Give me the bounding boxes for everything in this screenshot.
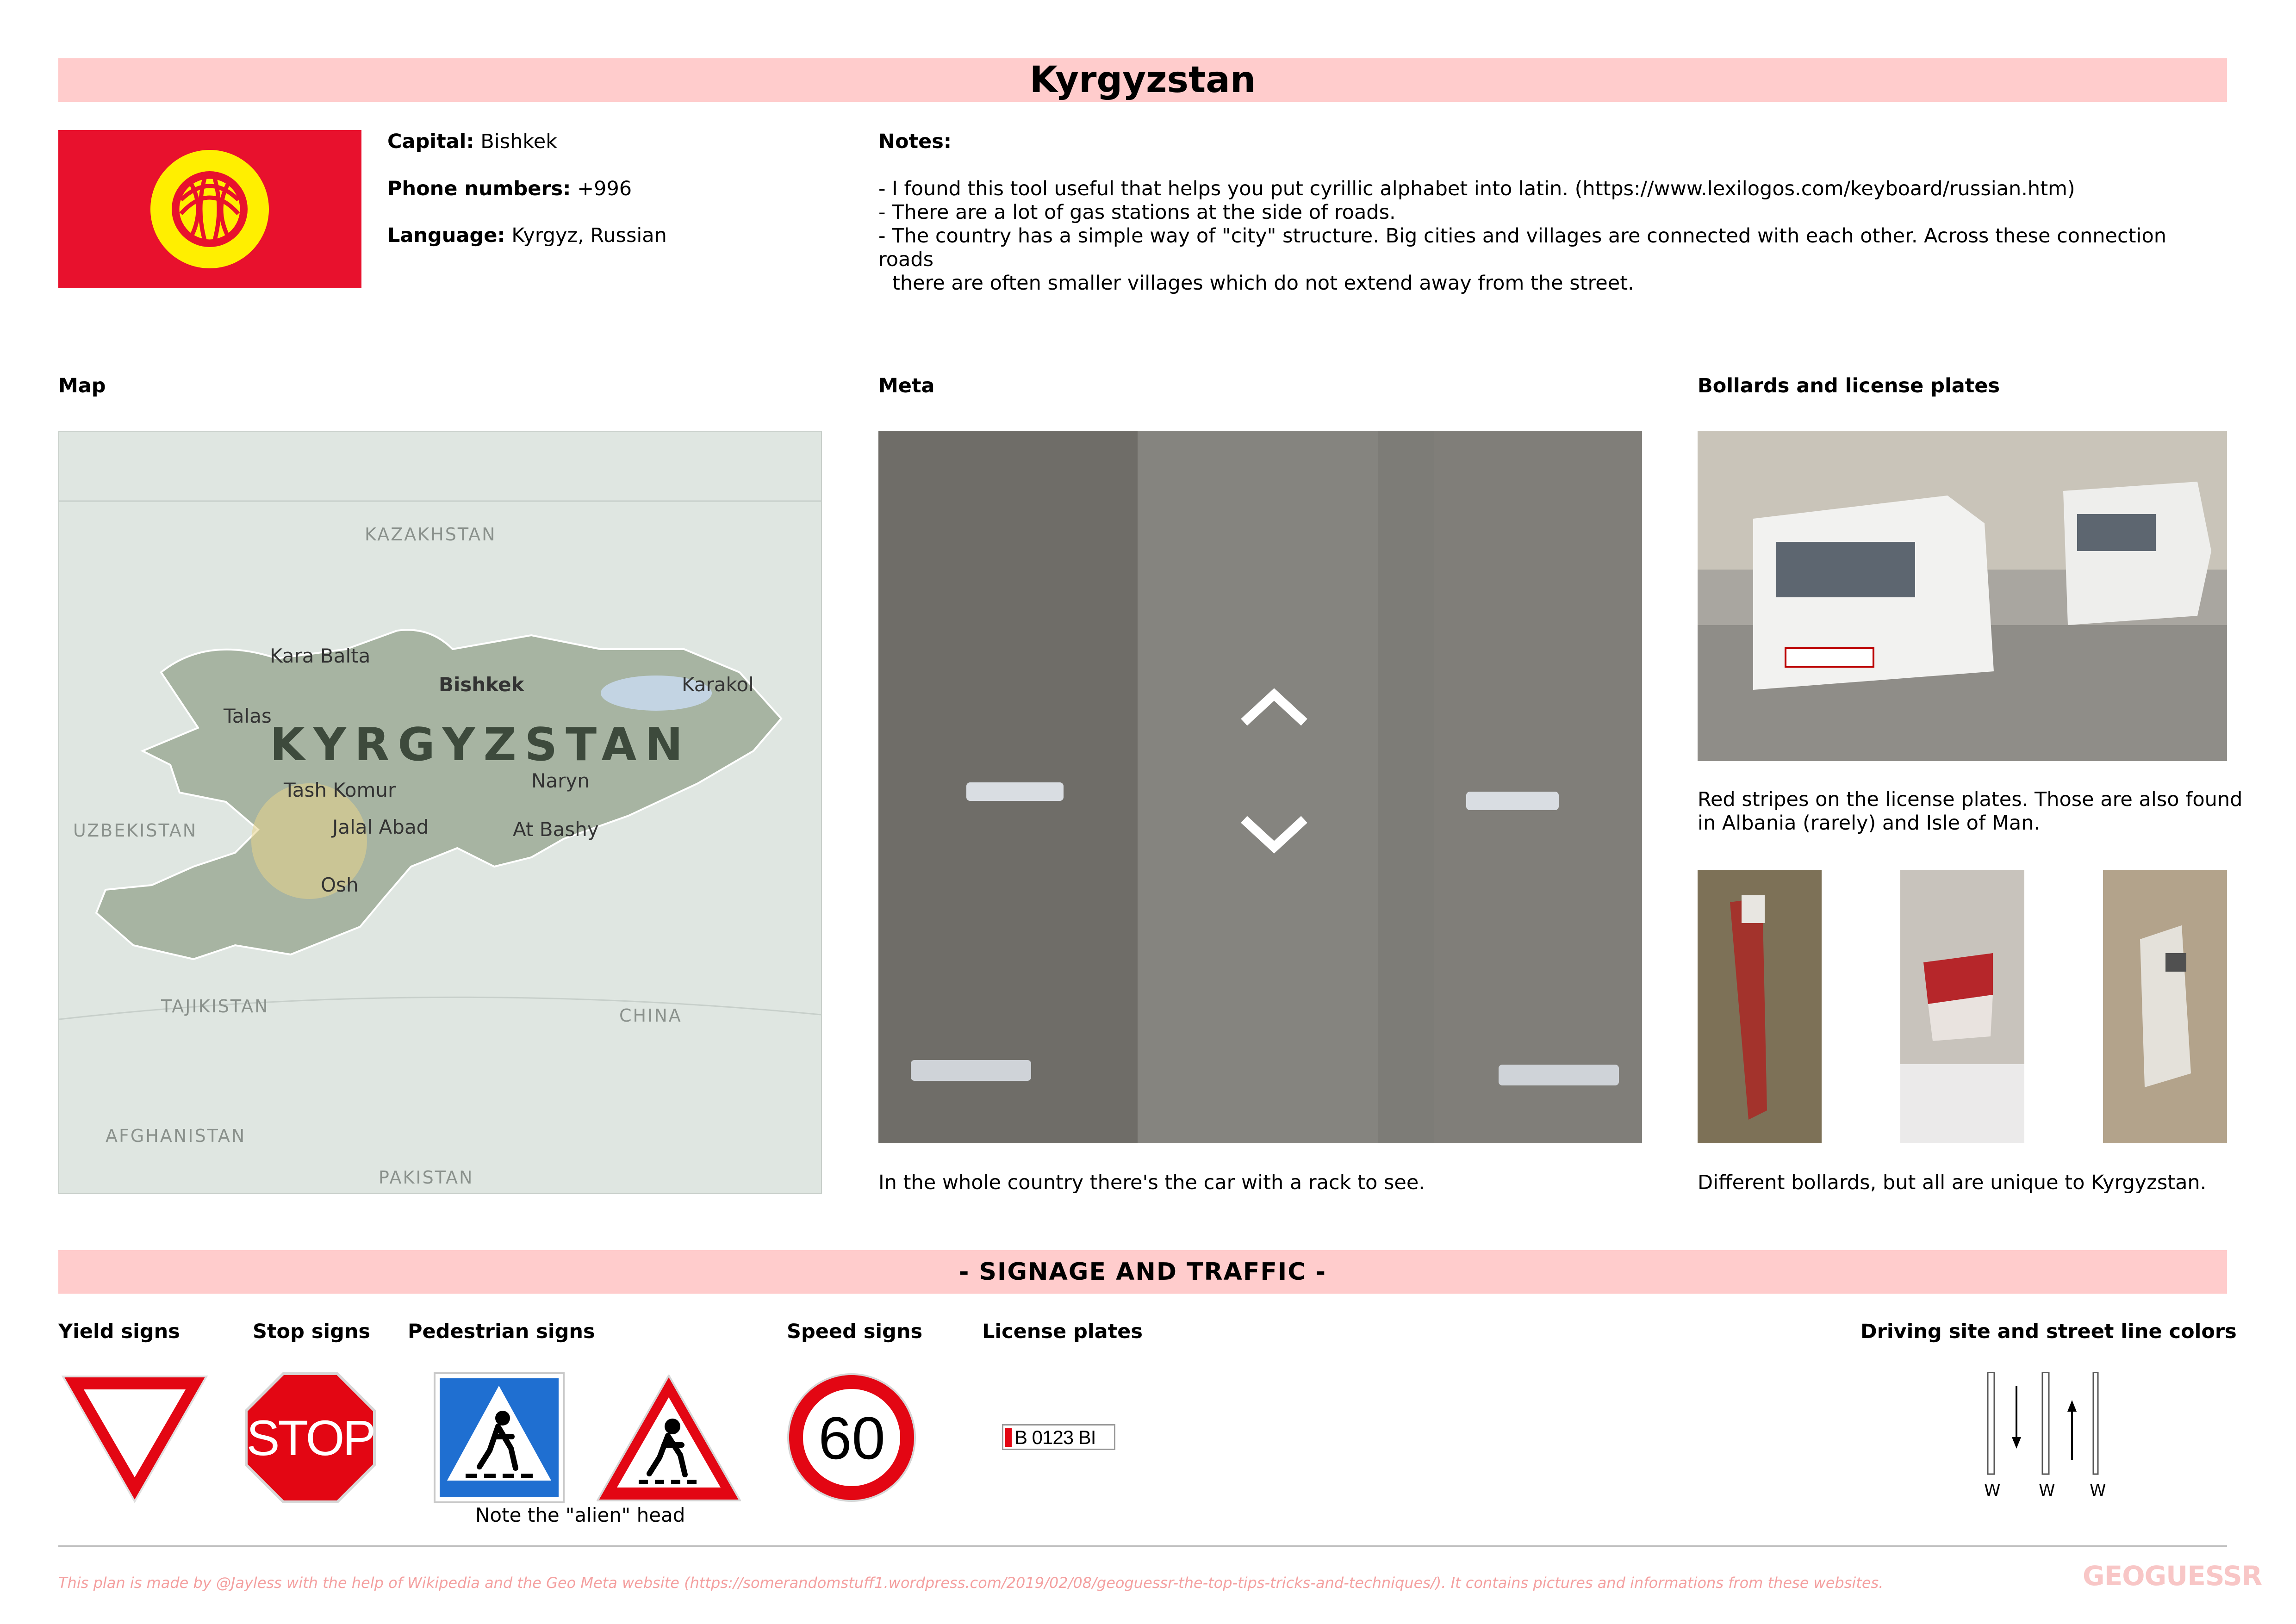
note-line: - The country has a simple way of "city"… xyxy=(878,224,2167,271)
map-city: Karakol xyxy=(682,673,754,696)
phone-value: +996 xyxy=(577,177,632,200)
map-city: Kara Balta xyxy=(270,645,371,667)
plates-caption-line: in Albania (rarely) and Isle of Man. xyxy=(1698,812,2041,835)
map-label: KAZAKHSTAN xyxy=(365,524,497,545)
phone-label: Phone numbers: xyxy=(387,177,571,200)
capital-label: Capital: xyxy=(387,130,474,153)
plate-text: B 0123 BI xyxy=(1014,1426,1096,1448)
plates-caption-line: Red stripes on the license plates. Those… xyxy=(1698,788,2243,811)
map-heading: Map xyxy=(58,374,106,397)
yield-sign-icon xyxy=(58,1372,211,1508)
meta-heading: Meta xyxy=(878,374,935,397)
notes-list: - I found this tool useful that helps yo… xyxy=(878,177,2221,295)
language-label: Language: xyxy=(387,224,505,247)
map-city: Bishkek xyxy=(439,673,524,696)
minibus-photo xyxy=(1698,431,2227,761)
bollard-photo xyxy=(2103,870,2227,1143)
speed-sign-icon: 60 xyxy=(786,1372,918,1506)
note-line: there are often smaller villages which d… xyxy=(892,272,1634,295)
plate-red-stripe xyxy=(1005,1428,1012,1447)
map-label: CHINA xyxy=(619,1005,682,1026)
map-city: Jalal Abad xyxy=(332,816,429,838)
notes-heading: Notes: xyxy=(878,130,952,153)
capital-row: Capital: Bishkek xyxy=(387,130,557,154)
bollards-caption: Different bollards, but all are unique t… xyxy=(1698,1171,2207,1194)
lane-color-label: W xyxy=(2090,1481,2106,1500)
map-city: Osh xyxy=(321,874,359,896)
map-city: Naryn xyxy=(531,769,590,792)
map-country-label: KYRGYZSTAN xyxy=(270,719,691,771)
yield-heading: Yield signs xyxy=(58,1320,180,1343)
note-line: - There are a lot of gas stations at the… xyxy=(878,201,1396,224)
bollard-photo xyxy=(1698,870,1822,1143)
pedestrian-note: Note the "alien" head xyxy=(475,1504,685,1526)
lane-color-label: W xyxy=(1984,1481,2001,1500)
page-title: Kyrgyzstan xyxy=(58,58,2227,102)
country-map: KAZAKHSTAN UZBEKISTAN TAJIKISTAN CHINA A… xyxy=(58,431,822,1194)
kyrgyzstan-flag xyxy=(58,130,361,288)
lane-diagram: W W W xyxy=(1983,1372,2106,1502)
driving-heading: Driving site and street line colors xyxy=(1860,1320,2237,1343)
map-label: UZBEKISTAN xyxy=(73,820,198,841)
footer-divider xyxy=(58,1545,2227,1547)
bollards-heading: Bollards and license plates xyxy=(1698,374,2000,397)
note-line: - I found this tool useful that helps yo… xyxy=(878,177,2075,200)
signage-banner: - SIGNAGE AND TRAFFIC - xyxy=(58,1250,2227,1294)
bollard-photo xyxy=(1900,870,2024,1143)
meta-car-image xyxy=(878,431,1642,1143)
stop-sign-text: STOP xyxy=(246,1410,376,1466)
language-row: Language: Kyrgyz, Russian xyxy=(387,224,667,248)
map-label: PAKISTAN xyxy=(379,1167,474,1188)
plates-heading: License plates xyxy=(982,1320,1143,1343)
pedestrian-heading: Pedestrian signs xyxy=(408,1320,595,1343)
lane-color-label: W xyxy=(2039,1481,2055,1500)
language-value: Kyrgyz, Russian xyxy=(511,224,667,247)
map-city: Tash Komur xyxy=(284,779,396,801)
capital-value: Bishkek xyxy=(480,130,558,153)
speed-heading: Speed signs xyxy=(787,1320,923,1343)
map-city: At Bashy xyxy=(513,818,599,841)
geoguessr-logo: GEOGUESSR xyxy=(2083,1560,2262,1592)
speed-limit-value: 60 xyxy=(818,1404,885,1472)
pedestrian-triangle-sign-icon xyxy=(595,1372,743,1506)
map-label: TAJIKISTAN xyxy=(161,996,269,1017)
license-plate-icon: B 0123 BI xyxy=(1002,1424,1115,1450)
stop-heading: Stop signs xyxy=(253,1320,371,1343)
meta-caption: In the whole country there's the car wit… xyxy=(878,1171,1425,1194)
map-city: Talas xyxy=(224,705,272,727)
footer-credit: This plan is made by @Jayless with the h… xyxy=(58,1574,1884,1592)
phone-row: Phone numbers: +996 xyxy=(387,177,632,201)
map-label: AFGHANISTAN xyxy=(106,1126,246,1146)
stop-sign-icon: STOP xyxy=(244,1372,376,1506)
pedestrian-square-sign-icon xyxy=(433,1372,565,1506)
